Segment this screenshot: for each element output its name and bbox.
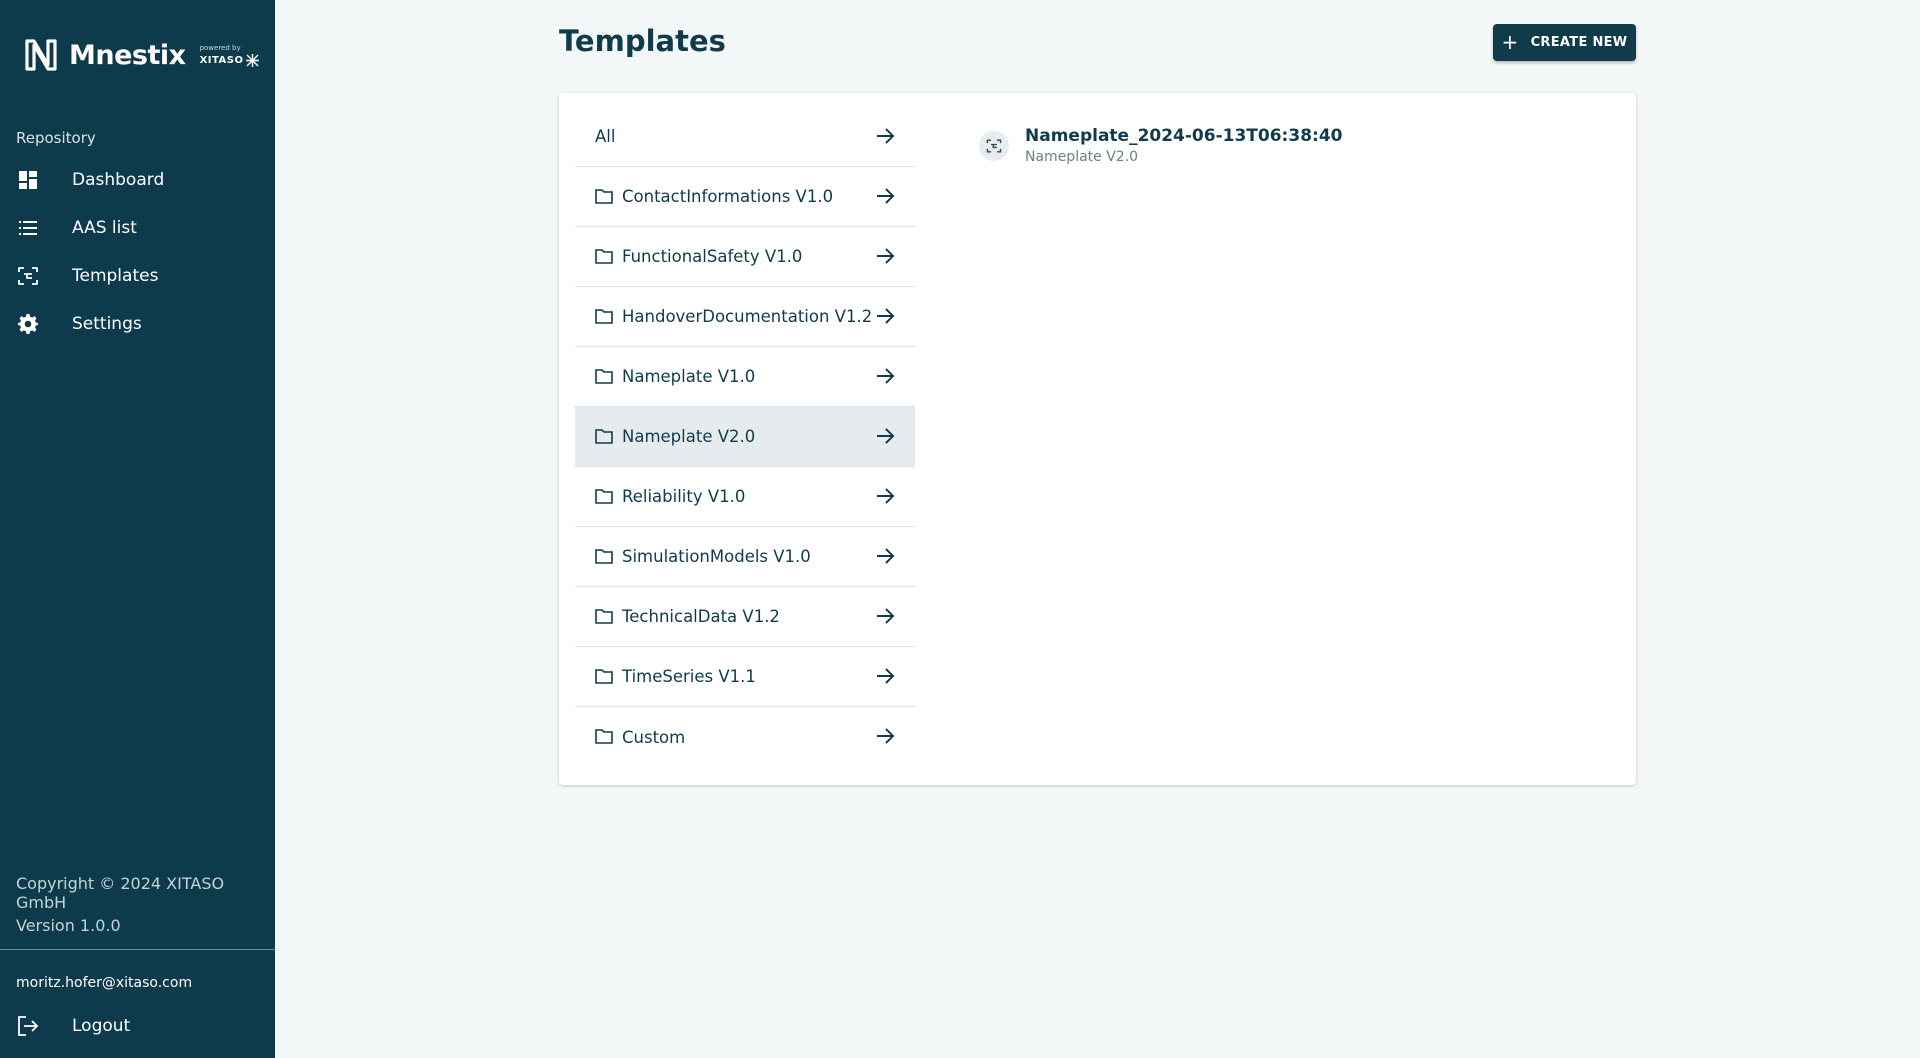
user-email: moritz.hofer@xitaso.com: [16, 975, 193, 991]
sidebar: Mnestix powered by XITASO Repository Das…: [0, 0, 275, 1058]
category-label: FunctionalSafety V1.0: [622, 247, 803, 266]
category-list: All ContactInformations V1.0 FunctionalSaf…: [575, 107, 915, 767]
folder-icon: [595, 608, 613, 626]
arrow-right-icon[interactable]: [875, 367, 895, 387]
category-label: Reliability V1.0: [622, 487, 746, 506]
arrow-right-icon[interactable]: [875, 427, 895, 447]
category-item[interactable]: FunctionalSafety V1.0: [575, 227, 915, 287]
category-label: Nameplate V2.0: [622, 427, 756, 446]
category-label: HandoverDocumentation V1.2: [622, 307, 873, 326]
category-item[interactable]: Nameplate V1.0: [575, 347, 915, 407]
template-subtitle: Nameplate V2.0: [1025, 149, 1139, 165]
folder-icon: [595, 368, 613, 386]
templates-card: All ContactInformations V1.0 FunctionalSaf…: [559, 93, 1636, 785]
arrow-right-icon[interactable]: [875, 247, 895, 267]
template-list-item[interactable]: Nameplate_2024-06-13T06:38:40 Nameplate …: [979, 126, 1342, 165]
arrow-right-icon[interactable]: [875, 127, 895, 147]
category-label: TimeSeries V1.1: [622, 667, 756, 686]
dashboard-icon: [17, 169, 39, 191]
page-title: Templates: [559, 24, 726, 58]
category-item[interactable]: Custom: [575, 707, 915, 767]
brand-logo[interactable]: Mnestix powered by XITASO: [24, 38, 260, 72]
template-title: Nameplate_2024-06-13T06:38:40: [1025, 126, 1343, 146]
plus-icon: +: [1501, 29, 1519, 54]
category-item[interactable]: Reliability V1.0: [575, 467, 915, 527]
category-item[interactable]: All: [575, 107, 915, 167]
xitaso-logo-icon: [246, 54, 260, 67]
category-label: Custom: [622, 727, 686, 747]
sidebar-item-templates[interactable]: Templates: [0, 252, 275, 300]
powered-by-brand: XITASO: [200, 54, 260, 67]
folder-icon: [595, 488, 613, 506]
template-icon: [17, 265, 39, 287]
sidebar-item-label: Dashboard: [72, 170, 165, 190]
arrow-right-icon[interactable]: [875, 607, 895, 627]
template-avatar: [979, 131, 1009, 161]
category-item[interactable]: ContactInformations V1.0: [575, 167, 915, 227]
powered-by-brand-text: XITASO: [199, 54, 244, 66]
logout-label: Logout: [72, 1016, 131, 1036]
arrow-right-icon[interactable]: [875, 187, 895, 207]
sidebar-item-label: AAS list: [72, 218, 137, 238]
folder-icon: [595, 308, 613, 326]
category-item[interactable]: HandoverDocumentation V1.2: [575, 287, 915, 347]
sidebar-item-dashboard[interactable]: Dashboard: [0, 156, 275, 204]
arrow-right-icon[interactable]: [875, 547, 895, 567]
gear-icon: [17, 313, 39, 335]
folder-icon: [595, 428, 613, 446]
arrow-right-icon[interactable]: [875, 727, 895, 747]
folder-icon: [595, 668, 613, 686]
powered-by: powered by XITASO: [200, 45, 260, 67]
template-icon: [986, 139, 1002, 153]
category-label: TechnicalData V1.2: [622, 607, 780, 626]
category-label: Nameplate V1.0: [622, 367, 756, 386]
folder-icon: [595, 248, 613, 266]
category-item[interactable]: Nameplate V2.0: [575, 407, 915, 467]
folder-icon: [595, 728, 613, 746]
logout-button[interactable]: Logout: [0, 1002, 275, 1050]
folder-icon: [595, 188, 613, 206]
sidebar-item-label: Templates: [72, 266, 159, 286]
create-new-label: CREATE NEW: [1530, 35, 1628, 50]
sidebar-nav: Dashboard AAS list Templates Settings: [0, 156, 275, 348]
sidebar-divider: [0, 949, 275, 950]
brand-name: Mnestix: [69, 39, 186, 71]
logout-icon: [17, 1015, 39, 1037]
sidebar-item-settings[interactable]: Settings: [0, 300, 275, 348]
arrow-right-icon[interactable]: [875, 667, 895, 687]
arrow-right-icon[interactable]: [875, 307, 895, 327]
list-icon: [17, 217, 39, 239]
version-text: Version 1.0.0: [16, 916, 121, 935]
folder-icon: [595, 548, 613, 566]
category-label: SimulationModels V1.0: [622, 547, 811, 566]
category-item[interactable]: TimeSeries V1.1: [575, 647, 915, 707]
category-item[interactable]: SimulationModels V1.0: [575, 527, 915, 587]
category-label: All: [595, 127, 616, 146]
template-text: Nameplate_2024-06-13T06:38:40 Nameplate …: [1025, 126, 1342, 165]
category-item[interactable]: TechnicalData V1.2: [575, 587, 915, 647]
powered-by-label: powered by: [199, 44, 241, 52]
arrow-right-icon[interactable]: [875, 487, 895, 507]
repository-section-label: Repository: [16, 129, 96, 147]
sidebar-item-label: Settings: [72, 314, 142, 334]
sidebar-item-aas-list[interactable]: AAS list: [0, 204, 275, 252]
copyright-text: Copyright © 2024 XITASO GmbH: [16, 874, 225, 912]
category-label: ContactInformations V1.0: [622, 187, 834, 206]
create-new-button[interactable]: + CREATE NEW: [1493, 24, 1636, 61]
mnestix-logo-icon: [25, 39, 57, 71]
